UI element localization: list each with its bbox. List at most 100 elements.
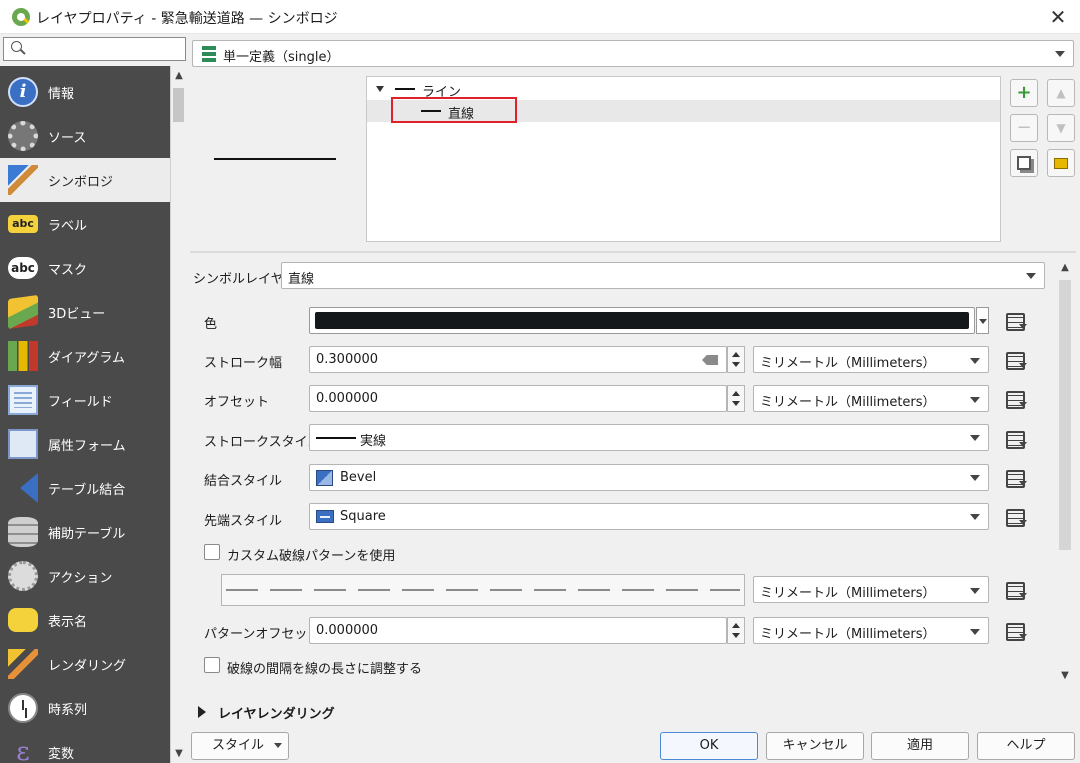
sidebar-scrollbar[interactable]: ▲ ▼ <box>170 66 186 763</box>
symbol-preview <box>214 158 336 160</box>
expand-caret-icon[interactable] <box>198 706 206 718</box>
duplicate-layer-button[interactable] <box>1010 149 1038 177</box>
sidebar-item-label: 時系列 <box>48 702 88 718</box>
offset-unit-select[interactable]: ミリメートル（Millimeters） <box>753 385 989 412</box>
stroke-width-stepper[interactable] <box>727 346 745 373</box>
lock-layer-button[interactable] <box>1047 149 1075 177</box>
stroke-width-unit-select[interactable]: ミリメートル（Millimeters） <box>753 346 989 373</box>
dash-pattern-button[interactable] <box>221 574 745 606</box>
join-icon <box>20 473 38 503</box>
stroke-style-label: ストロークスタイル <box>204 435 321 450</box>
data-defined-override-icon[interactable] <box>1003 310 1027 332</box>
chevron-down-icon <box>970 629 980 635</box>
sidebar-item-mask[interactable]: abc マスク <box>0 246 170 290</box>
line-symbol-icon <box>395 88 415 90</box>
data-defined-override-icon[interactable] <box>1003 388 1027 410</box>
scroll-up-icon[interactable]: ▲ <box>171 68 187 84</box>
help-button[interactable]: ヘルプ <box>977 732 1075 760</box>
diagram-icon <box>8 341 38 371</box>
square-cap-icon <box>316 510 334 523</box>
unit-value: ミリメートル（Millimeters） <box>760 356 936 371</box>
join-style-label: 結合スタイル <box>204 474 283 489</box>
scroll-down-icon[interactable]: ▼ <box>171 746 187 762</box>
sidebar-item-information[interactable]: i 情報 <box>0 70 170 114</box>
custom-dash-checkbox[interactable] <box>204 544 220 560</box>
sidebar-item-auxiliary-storage[interactable]: 補助テーブル <box>0 510 170 554</box>
data-defined-override-icon[interactable] <box>1003 428 1027 450</box>
sidebar-item-diagrams[interactable]: ダイアグラム <box>0 334 170 378</box>
sidebar-item-actions[interactable]: アクション <box>0 554 170 598</box>
stroke-width-label: ストローク幅 <box>204 356 283 371</box>
renderer-select[interactable]: 単一定義（single） <box>192 40 1074 67</box>
cancel-button[interactable]: キャンセル <box>766 732 864 760</box>
offset-label: オフセット <box>204 395 270 410</box>
layer-type-select[interactable]: 直線 <box>281 262 1045 289</box>
align-dash-checkbox[interactable] <box>204 657 220 673</box>
sidebar-item-fields[interactable]: フィールド <box>0 378 170 422</box>
data-defined-override-icon[interactable] <box>1003 579 1027 601</box>
apply-button[interactable]: 適用 <box>871 732 969 760</box>
selection-highlight <box>391 97 517 123</box>
sidebar-item-temporal[interactable]: 時系列 <box>0 686 170 730</box>
sidebar-item-rendering[interactable]: レンダリング <box>0 642 170 686</box>
search-icon <box>11 41 22 52</box>
3d-cube-icon <box>8 294 38 330</box>
add-layer-button[interactable]: + <box>1010 79 1038 107</box>
expand-caret-icon[interactable] <box>376 86 384 92</box>
remove-layer-button[interactable]: − <box>1010 114 1038 142</box>
data-defined-override-icon[interactable] <box>1003 506 1027 528</box>
data-defined-override-icon[interactable] <box>1003 620 1027 642</box>
labels-abc-icon: abc <box>8 215 38 233</box>
pattern-offset-stepper[interactable] <box>727 617 745 644</box>
actions-icon <box>8 561 38 591</box>
stroke-style-select[interactable]: 実線 <box>309 424 989 451</box>
sidebar-item-symbology[interactable]: シンボロジ <box>0 158 170 202</box>
sidebar-item-label: アクション <box>48 570 113 586</box>
sidebar-item-source[interactable]: ソース <box>0 114 170 158</box>
color-button[interactable] <box>309 307 975 334</box>
ok-button[interactable]: OK <box>660 732 758 760</box>
color-menu-button[interactable] <box>976 307 989 334</box>
dash-unit-select[interactable]: ミリメートル（Millimeters） <box>753 576 989 603</box>
move-up-button[interactable]: ▲ <box>1047 79 1075 107</box>
cap-style-select[interactable]: Square <box>309 503 989 530</box>
sidebar-item-labels[interactable]: abc ラベル <box>0 202 170 246</box>
clear-icon[interactable] <box>702 355 718 365</box>
data-defined-override-icon[interactable] <box>1003 467 1027 489</box>
stroke-width-input[interactable]: 0.300000 <box>309 346 727 373</box>
scroll-up-icon[interactable]: ▲ <box>1057 260 1073 276</box>
search-input[interactable] <box>3 37 186 61</box>
pattern-offset-input[interactable]: 0.000000 <box>309 617 727 644</box>
offset-stepper[interactable] <box>727 385 745 412</box>
scrollbar-thumb[interactable] <box>1059 280 1071 550</box>
close-icon[interactable]: ✕ <box>1044 4 1072 30</box>
splitter[interactable] <box>190 251 1076 253</box>
sidebar-item-label: フィールド <box>48 394 113 410</box>
stroke-width-value: 0.300000 <box>316 352 379 367</box>
chevron-down-icon <box>970 358 980 364</box>
style-button[interactable]: スタイル <box>191 732 289 760</box>
chevron-down-icon <box>1026 273 1036 279</box>
cap-style-value: Square <box>340 509 386 524</box>
move-down-button[interactable]: ▼ <box>1047 114 1075 142</box>
lock-icon <box>1054 158 1068 169</box>
scrollbar-thumb[interactable] <box>173 88 184 122</box>
join-style-select[interactable]: Bevel <box>309 464 989 491</box>
chevron-down-icon <box>970 588 980 594</box>
data-defined-override-icon[interactable] <box>1003 349 1027 371</box>
sidebar-item-display[interactable]: 表示名 <box>0 598 170 642</box>
temporal-clock-icon <box>8 693 38 723</box>
scroll-down-icon[interactable]: ▼ <box>1057 668 1073 684</box>
sidebar-item-3d-view[interactable]: 3Dビュー <box>0 290 170 334</box>
pattern-offset-unit-select[interactable]: ミリメートル（Millimeters） <box>753 617 989 644</box>
layer-rendering-section[interactable]: レイヤレンダリング <box>218 703 335 722</box>
sidebar-item-variables[interactable]: ε 変数 <box>0 730 170 763</box>
offset-input[interactable]: 0.000000 <box>309 385 727 412</box>
properties-scrollbar[interactable]: ▲ ▼ <box>1056 258 1074 688</box>
mask-abc-icon: abc <box>8 257 38 279</box>
sidebar-item-label: 情報 <box>48 86 75 102</box>
sidebar-item-attribute-form[interactable]: 属性フォーム <box>0 422 170 466</box>
sidebar-item-joins[interactable]: テーブル結合 <box>0 466 170 510</box>
sidebar-item-label: テーブル結合 <box>48 482 126 498</box>
window-title: レイヤプロパティ - 緊急輸送道路 — シンボロジ <box>36 11 338 27</box>
